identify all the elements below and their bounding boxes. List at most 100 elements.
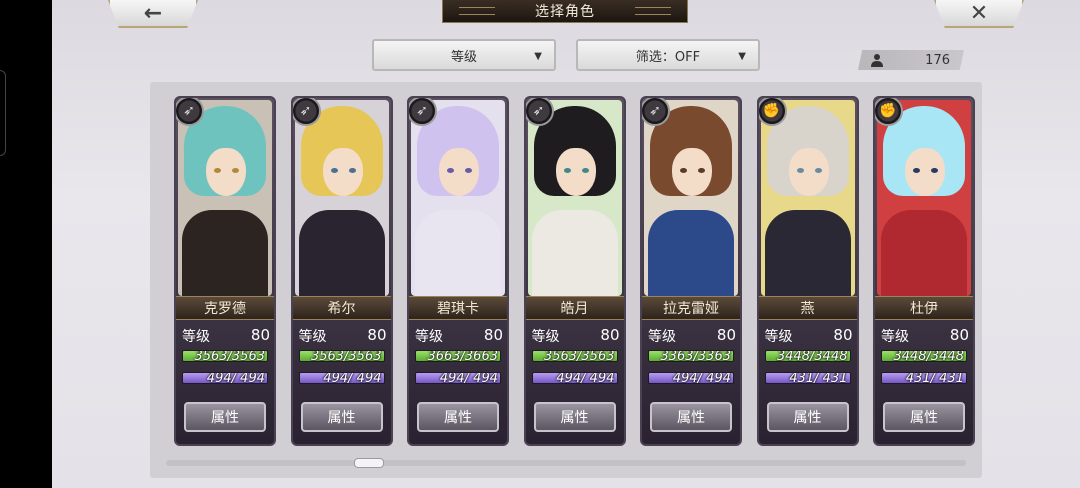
level-label: 等级: [182, 329, 210, 345]
fist-class-icon: ✊: [875, 98, 903, 126]
portrait-face: [439, 148, 479, 196]
bow-class-icon: ➶: [525, 98, 554, 126]
bow-class-icon: ➶: [642, 98, 670, 126]
level-row: 等级 80: [182, 326, 270, 346]
mp-value: 494/ 494: [556, 372, 615, 384]
mp-value: 494/ 494: [672, 372, 731, 384]
portrait-outfit: [182, 210, 268, 296]
level-label: 等级: [764, 329, 793, 345]
hp-bar: 3363/3363: [648, 350, 734, 362]
hp-value: 3563/3563: [194, 350, 265, 362]
character-card[interactable]: ➶ 克罗德 等级 80 3563/3563 494/ 494 属性: [174, 96, 276, 446]
mp-bar: 494/ 494: [298, 372, 385, 384]
portrait-face: [788, 148, 829, 196]
attributes-button[interactable]: 属性: [300, 402, 383, 432]
character-card[interactable]: ➶ 拉克雷娅 等级 80 3363/3363 494/ 494 属性: [640, 96, 742, 446]
portrait-eye-right: [232, 168, 239, 173]
hp-bar: 3563/3563: [182, 350, 268, 362]
filter-dropdown[interactable]: 筛选：OFF ▼: [576, 39, 760, 71]
attributes-button[interactable]: 属性: [533, 402, 616, 432]
attributes-button[interactable]: 属性: [650, 402, 732, 432]
mp-bar: 494/ 494: [648, 372, 734, 384]
level-row: 等级 80: [299, 326, 387, 346]
bow-class-icon: ➶: [409, 98, 437, 126]
character-portrait[interactable]: [644, 100, 738, 296]
character-name: 燕: [758, 296, 857, 320]
device-side-handle: [0, 70, 6, 156]
page-title: 选择角色: [535, 4, 595, 20]
mp-bar: 431/ 431: [881, 372, 967, 384]
character-name: 碧琪卡: [409, 296, 507, 320]
character-name: 杜伊: [875, 296, 973, 320]
hp-bar: 3563/3563: [531, 350, 618, 362]
back-arrow-icon: ←: [143, 0, 163, 26]
attributes-button[interactable]: 属性: [766, 402, 849, 432]
attributes-button[interactable]: 属性: [417, 402, 499, 432]
back-button[interactable]: ←: [108, 0, 198, 28]
mp-value: 494/ 494: [206, 372, 265, 384]
portrait-eye-right: [348, 168, 356, 173]
attributes-button-label: 属性: [560, 410, 589, 426]
level-label: 等级: [531, 329, 560, 345]
mp-value: 494/ 494: [439, 372, 498, 384]
portrait-eye-right: [581, 168, 589, 173]
character-portrait[interactable]: [877, 100, 971, 296]
attributes-button-label: 属性: [910, 410, 938, 426]
character-portrait[interactable]: [178, 100, 272, 296]
portrait-eye-left: [913, 168, 920, 173]
character-list[interactable]: ➶ 克罗德 等级 80 3563/3563 494/ 494 属性 ➶ 希尔 等…: [150, 82, 982, 478]
portrait-eye-left: [447, 168, 454, 173]
owned-count: 176: [925, 52, 950, 68]
level-row: 等级 80: [415, 326, 503, 346]
attributes-button-label: 属性: [677, 410, 705, 426]
title-bar: 选择角色: [442, 0, 688, 23]
bow-class-icon: ➶: [176, 98, 204, 126]
sort-dropdown[interactable]: 等级 ▼: [372, 39, 556, 71]
character-card[interactable]: ✊ 燕 等级 80 3448/3448 431/ 431 属性: [756, 96, 859, 446]
horizontal-scrollbar[interactable]: [166, 458, 966, 468]
character-portrait[interactable]: [760, 100, 855, 296]
portrait-eye-left: [563, 168, 571, 173]
mp-bar: 431/ 431: [764, 372, 851, 384]
attributes-button-label: 属性: [327, 410, 356, 426]
mp-value: 431/ 431: [905, 372, 964, 384]
level-value: 80: [483, 326, 503, 344]
level-value: 80: [367, 326, 387, 344]
hp-value: 3563/3563: [310, 350, 382, 362]
character-portrait[interactable]: [294, 100, 389, 296]
portrait-eye-right: [465, 168, 472, 173]
character-card[interactable]: ➶ 希尔 等级 80 3563/3563 494/ 494 属性: [290, 96, 393, 446]
chevron-down-icon: ▼: [534, 51, 542, 62]
portrait-face: [206, 148, 246, 196]
bow-class-icon: ➶: [292, 98, 321, 126]
portrait-eye-left: [330, 168, 338, 173]
fist-class-icon: ✊: [758, 98, 787, 126]
character-select-screen: ← 选择角色 ✕ 等级 ▼ 筛选：OFF ▼ 176 ➶ 克罗德 等级 80 3…: [52, 0, 1080, 488]
attributes-button[interactable]: 属性: [883, 402, 965, 432]
attributes-button[interactable]: 属性: [184, 402, 266, 432]
user-icon: [871, 54, 883, 67]
level-label: 等级: [415, 329, 443, 345]
character-card[interactable]: ➶ 碧琪卡 等级 80 3663/3663 494/ 494 属性: [407, 96, 509, 446]
character-portrait[interactable]: [411, 100, 505, 296]
level-label: 等级: [298, 329, 327, 345]
character-card[interactable]: ✊ 杜伊 等级 80 3448/3448 431/ 431 属性: [873, 96, 975, 446]
portrait-face: [905, 148, 945, 196]
close-button[interactable]: ✕: [934, 0, 1024, 28]
portrait-eye-left: [680, 168, 687, 173]
hp-bar: 3448/3448: [881, 350, 967, 362]
character-name: 希尔: [292, 296, 391, 320]
mp-value: 494/ 494: [323, 372, 382, 384]
level-label: 等级: [648, 329, 676, 345]
level-row: 等级 80: [648, 326, 736, 346]
hp-value: 3448/3448: [893, 350, 964, 362]
character-card[interactable]: ➶ 皓月 等级 80 3563/3563 494/ 494 属性: [523, 96, 626, 446]
close-icon: ✕: [969, 0, 989, 26]
character-portrait[interactable]: [527, 100, 622, 296]
hp-value: 3563/3563: [543, 350, 615, 362]
scrollbar-thumb[interactable]: [354, 458, 384, 468]
title-ornament-left: [459, 7, 495, 15]
level-row: 等级 80: [881, 326, 969, 346]
level-label: 等级: [881, 329, 909, 345]
attributes-button-label: 属性: [793, 410, 822, 426]
